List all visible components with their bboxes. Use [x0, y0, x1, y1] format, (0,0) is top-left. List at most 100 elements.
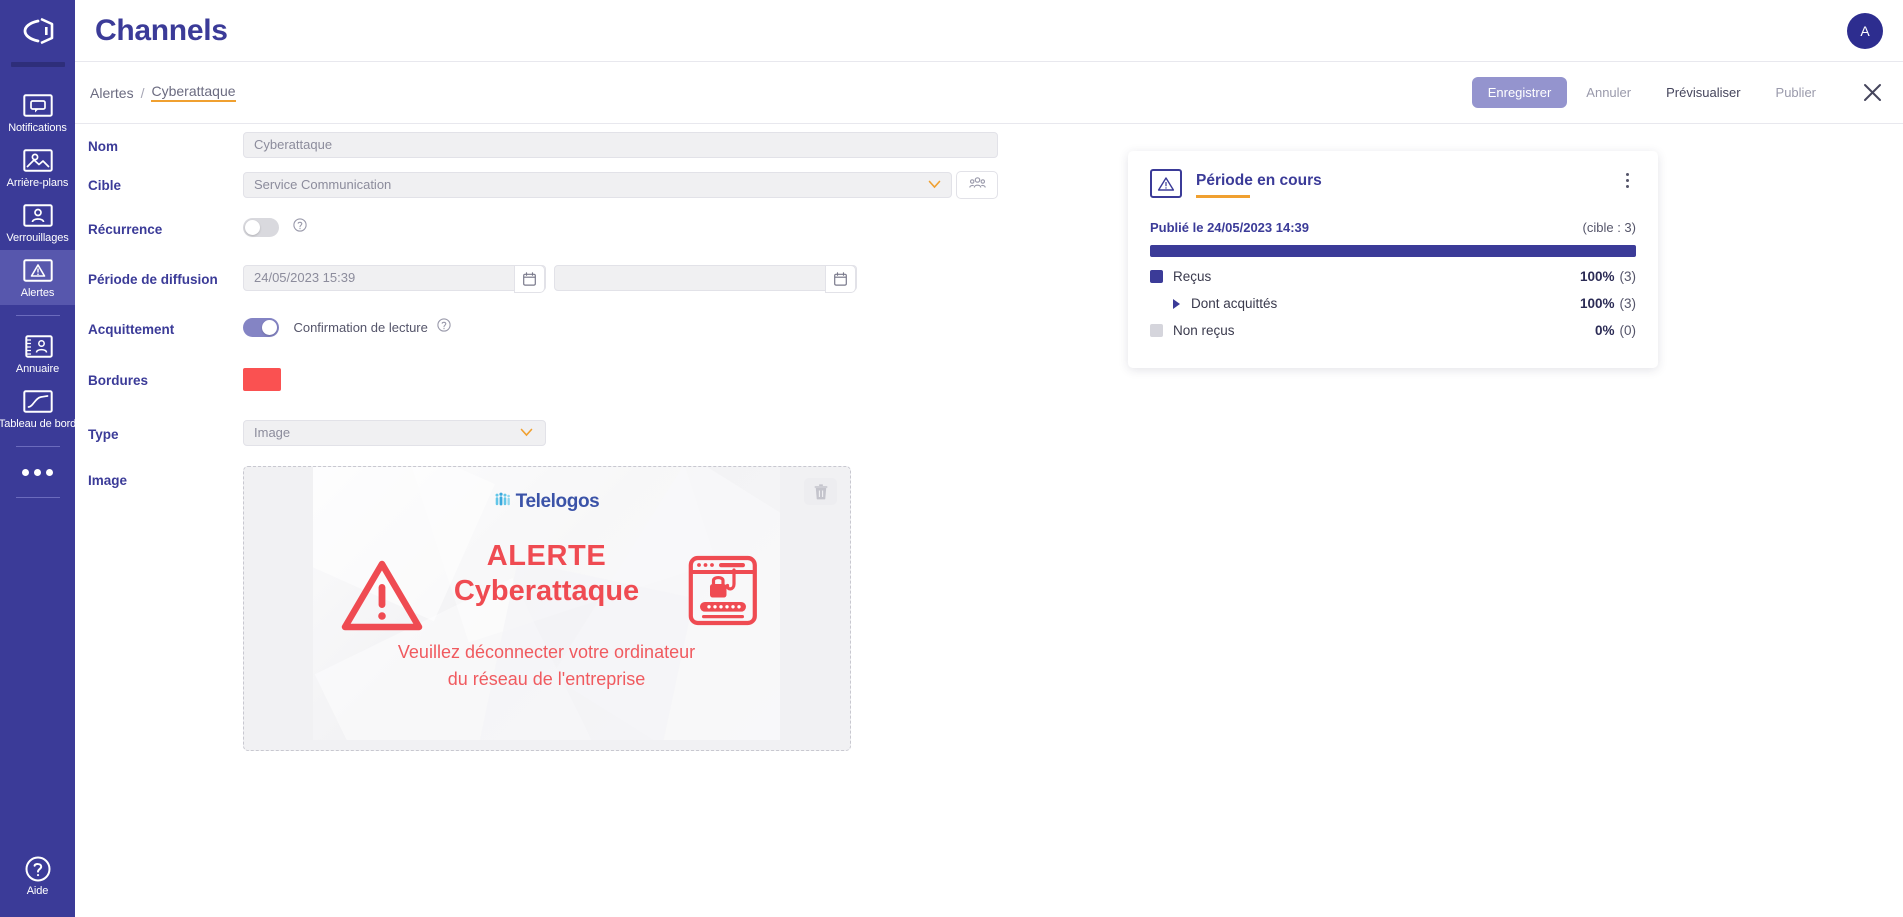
stats-header: Période en cours [1150, 169, 1636, 198]
dot [1625, 172, 1629, 176]
nom-input[interactable]: Cyberattaque [243, 132, 998, 158]
sidebar-item-label: Alertes [20, 287, 55, 299]
legend-swatch [1150, 324, 1163, 337]
sidebar-divider [15, 315, 60, 316]
avatar[interactable]: A [1847, 13, 1883, 49]
progress-bar-fill [1150, 245, 1636, 257]
poster-title-line2: Cyberattaque [453, 574, 640, 607]
published-date: Publié le 24/05/2023 14:39 [1150, 220, 1309, 235]
poster-message-line2: du réseau de l'entreprise [447, 669, 646, 690]
periode-end-input[interactable] [554, 265, 857, 294]
published-row: Publié le 24/05/2023 14:39 (cible : 3) [1150, 220, 1636, 235]
calendar-icon[interactable] [514, 265, 545, 294]
publish-button[interactable]: Publier [1760, 77, 1832, 108]
action-buttons: Enregistrer Annuler Prévisualiser Publie… [1471, 77, 1887, 108]
preview-button[interactable]: Prévisualiser [1650, 77, 1756, 108]
calendar-icon[interactable] [825, 265, 856, 294]
save-button[interactable]: Enregistrer [1471, 77, 1568, 108]
sidebar-divider [15, 446, 60, 447]
poster-message: Veuillez déconnecter votre ordinateur du… [313, 639, 780, 693]
help-circle-icon[interactable] [437, 318, 451, 337]
stats-row-label: Reçus [1173, 269, 1212, 284]
alert-form: Nom Cyberattaque Cible Service Communica… [88, 132, 998, 756]
stats-row-label: Non reçus [1173, 323, 1235, 338]
breadcrumb-current[interactable]: Cyberattaque [151, 83, 236, 102]
form-row-type: Type Image [88, 420, 998, 447]
dot [46, 468, 53, 476]
sidebar-item-annuaire[interactable]: Annuaire [0, 326, 75, 381]
stats-panel: Période en cours Publié le 24/05/2023 14… [1128, 151, 1658, 368]
stats-row-percent: 100% [1579, 269, 1615, 284]
sidebar-item-label: Annuaire [15, 363, 60, 375]
help-circle-icon [22, 856, 54, 881]
expand-triangle-icon[interactable] [1173, 298, 1180, 309]
label-bordures: Bordures [88, 373, 149, 389]
sidebar-item-notifications[interactable]: Notifications [0, 85, 75, 140]
cible-value: Service Communication [254, 177, 392, 192]
bordures-color-swatch[interactable] [243, 368, 281, 392]
stats-row-percent: 0% [1594, 323, 1615, 338]
cible-picker-button[interactable] [956, 171, 998, 199]
stats-row-count: (3) [1619, 269, 1637, 284]
form-row-acquittement: Acquittement Confirmation de lecture [88, 315, 998, 339]
form-row-image: Image Telelogos ALERTE Cyberattaque Veui… [88, 466, 998, 756]
form-row-recurrence: Récurrence [88, 215, 998, 239]
stats-row-non-recus: Non reçus 0% (0) [1150, 323, 1636, 338]
sidebar-item-label: Arrière-plans [6, 177, 69, 189]
sidebar: Notifications Arrière-plans Verrouillage… [0, 0, 77, 917]
sidebar-item-backgrounds[interactable]: Arrière-plans [0, 140, 75, 195]
image-dropzone[interactable]: Telelogos ALERTE Cyberattaque Veuillez d… [243, 466, 851, 752]
sidebar-item-alertes[interactable]: Alertes [0, 250, 75, 305]
form-row-bordures: Bordures [88, 366, 998, 392]
breadcrumb-root[interactable]: Alertes [90, 85, 134, 101]
chevron-down-icon [520, 421, 533, 445]
sidebar-divider [15, 497, 60, 498]
sidebar-item-dashboard[interactable]: Tableau de bord [0, 381, 77, 436]
cancel-button[interactable]: Annuler [1570, 77, 1647, 108]
type-select[interactable]: Image [243, 420, 546, 447]
stats-title: Période en cours [1196, 172, 1322, 189]
sidebar-item-label: Notifications [8, 122, 67, 134]
help-circle-icon[interactable] [293, 218, 308, 237]
more-dots-icon[interactable] [22, 457, 53, 487]
brand-logo[interactable] [0, 0, 75, 62]
label-image: Image [88, 473, 128, 489]
stats-row-recus: Reçus 100% (3) [1150, 269, 1636, 284]
trash-icon[interactable] [804, 478, 837, 506]
close-icon[interactable] [1857, 78, 1887, 108]
poster-message-line1: Veuillez déconnecter votre ordinateur [397, 642, 696, 663]
stats-row-acquittes: Dont acquittés 100% (3) [1150, 296, 1636, 311]
dot [1625, 184, 1629, 188]
address-book-icon [22, 334, 54, 359]
dot [22, 468, 29, 476]
form-row-cible: Cible Service Communication [88, 171, 998, 199]
toggle-knob [262, 320, 277, 336]
acquittement-toggle[interactable] [243, 318, 279, 338]
sidebar-item-help[interactable]: Aide [0, 848, 75, 903]
sidebar-item-label: Verrouillages [6, 232, 69, 244]
sub-bar: Alertes / Cyberattaque Enregistrer Annul… [75, 62, 1903, 124]
chevron-down-icon [928, 173, 941, 197]
main-content: Nom Cyberattaque Cible Service Communica… [75, 124, 1903, 917]
top-bar: Channels A [75, 0, 1903, 62]
poster-title: ALERTE Cyberattaque [313, 539, 780, 607]
periode-start-input[interactable]: 24/05/2023 15:39 [243, 265, 546, 294]
poster-title-line1: ALERTE [486, 540, 607, 573]
sidebar-item-label: Tableau de bord [0, 418, 77, 430]
recurrence-toggle[interactable] [243, 218, 279, 237]
form-row-periode: Période de diffusion 24/05/2023 15:39 [88, 265, 998, 294]
kebab-menu-icon[interactable] [1618, 169, 1636, 191]
breadcrumb-separator: / [140, 84, 145, 101]
alert-triangle-icon [22, 258, 54, 283]
cible-select[interactable]: Service Communication [243, 172, 952, 198]
toggle-knob [245, 220, 260, 235]
stats-row-count: (3) [1619, 296, 1637, 311]
people-group-icon [494, 492, 511, 512]
label-acquittement: Acquittement [88, 322, 175, 338]
page-title: Channels [95, 13, 228, 47]
acquittement-option-label: Confirmation de lecture [293, 320, 428, 336]
stats-row-percent: 100% [1579, 296, 1615, 311]
target-count: (cible : 3) [1582, 220, 1636, 235]
sidebar-item-lockscreens[interactable]: Verrouillages [0, 195, 75, 250]
notification-icon [22, 93, 54, 118]
